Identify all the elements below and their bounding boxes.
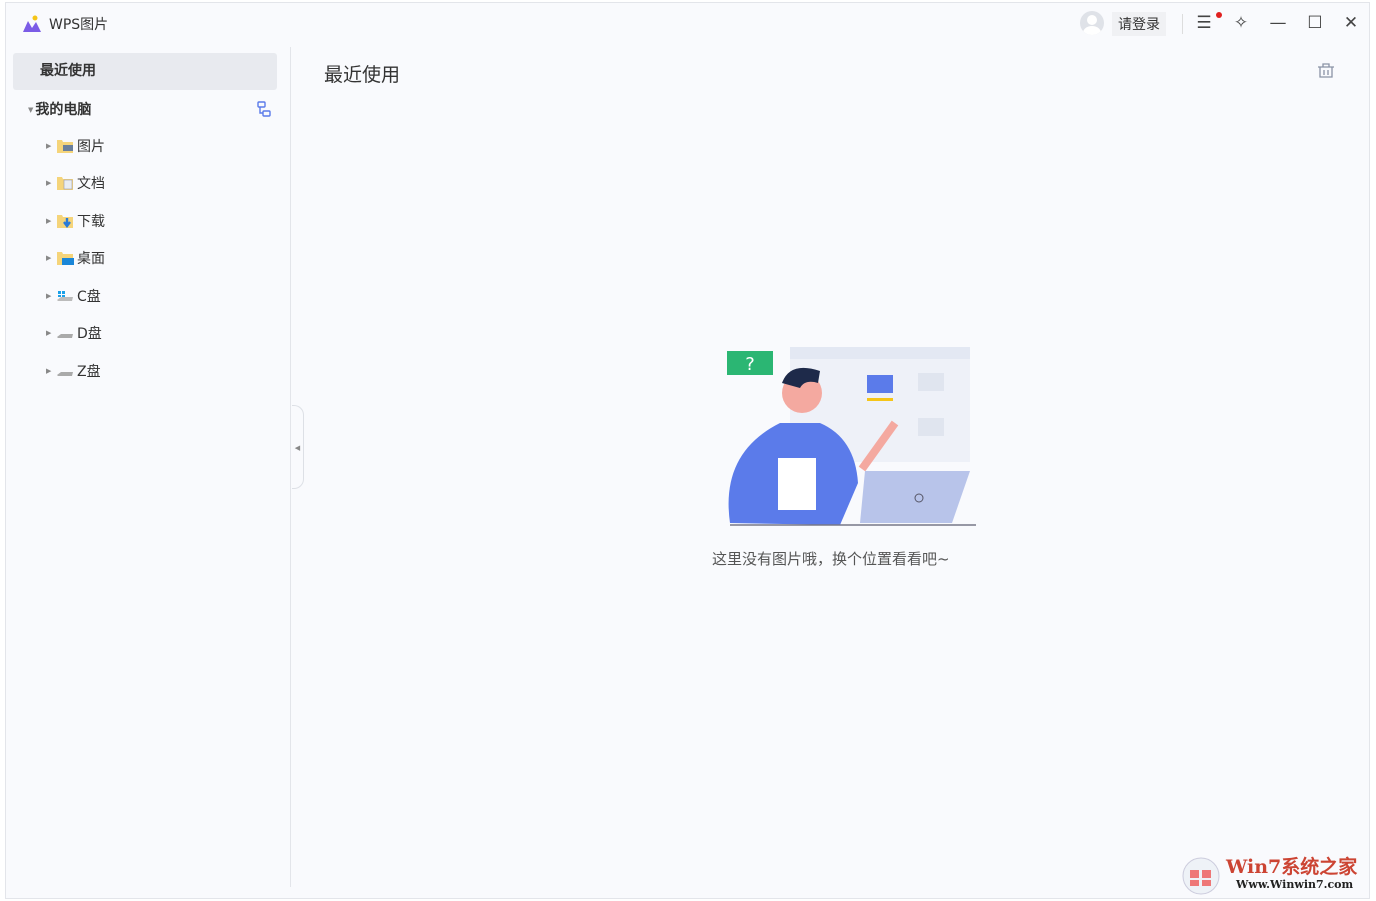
expand-arrow-icon[interactable]: ▶ — [46, 329, 56, 337]
empty-state-illustration: ? — [720, 343, 980, 533]
drive-icon — [56, 363, 74, 379]
minimize-button[interactable]: — — [1267, 12, 1289, 34]
expand-arrow-icon[interactable]: ▼ — [28, 106, 33, 114]
watermark-logo: Win7系统之家 Www.Winwin7.com — [1180, 852, 1376, 898]
sidebar-item-documents[interactable]: ▶ 文档 — [46, 172, 105, 194]
item-label: C盘 — [77, 286, 101, 306]
app-logo-icon — [22, 15, 42, 33]
pin-icon[interactable]: ✧ — [1230, 12, 1252, 34]
close-button[interactable]: ✕ — [1340, 12, 1362, 34]
sidebar-item-my-computer[interactable]: ▼我的电脑 — [28, 99, 91, 119]
item-label: 桌面 — [77, 248, 105, 268]
login-button[interactable]: 请登录 — [1112, 12, 1166, 36]
sidebar-item-pictures[interactable]: ▶ 图片 — [46, 135, 105, 157]
question-bubble-text: ? — [745, 354, 755, 375]
expand-arrow-icon[interactable]: ▶ — [46, 367, 56, 375]
item-label: 图片 — [77, 136, 105, 156]
maximize-button[interactable]: ☐ — [1304, 12, 1326, 34]
drive-icon — [56, 325, 74, 341]
desktop-folder-icon — [56, 250, 74, 266]
expand-arrow-icon[interactable]: ▶ — [46, 254, 56, 262]
page-title: 最近使用 — [324, 60, 400, 87]
expand-arrow-icon[interactable]: ▶ — [46, 142, 56, 150]
avatar[interactable] — [1080, 11, 1104, 35]
watermark-line1: Win7系统之家 — [1226, 852, 1357, 879]
pictures-folder-icon — [56, 138, 74, 154]
network-location-icon[interactable] — [257, 101, 271, 117]
item-label: D盘 — [77, 323, 102, 343]
expand-arrow-icon[interactable]: ▶ — [46, 179, 56, 187]
divider — [1182, 14, 1183, 34]
sidebar-item-recent[interactable]: 最近使用 — [13, 53, 277, 90]
my-computer-label: 我的电脑 — [35, 102, 91, 118]
sidebar-item-desktop[interactable]: ▶ 桌面 — [46, 247, 105, 269]
watermark-globe-icon — [1180, 856, 1222, 896]
system-drive-icon — [56, 288, 74, 304]
empty-state-message: 这里没有图片哦，换个位置看看吧~ — [712, 548, 950, 569]
sidebar-item-z-drive[interactable]: ▶ Z盘 — [46, 360, 101, 382]
expand-arrow-icon[interactable]: ▶ — [46, 217, 56, 225]
sidebar-item-downloads[interactable]: ▶ 下载 — [46, 210, 105, 232]
sidebar-item-c-drive[interactable]: ▶ C盘 — [46, 285, 101, 307]
item-label: 下载 — [77, 211, 105, 231]
collapse-sidebar-handle[interactable]: ◀ — [292, 405, 304, 489]
item-label: 文档 — [77, 173, 105, 193]
notification-dot — [1216, 12, 1222, 18]
expand-arrow-icon[interactable]: ▶ — [46, 292, 56, 300]
item-label: Z盘 — [77, 361, 101, 381]
app-window: WPS图片 请登录 ☰ ✧ — ☐ ✕ 最近使用 ▼我的电脑 ▶ 图片 ▶ 文档 ▶… — [5, 2, 1370, 899]
title-bar: WPS图片 请登录 ☰ ✧ — ☐ ✕ — [6, 3, 1369, 45]
watermark-line2: Www.Winwin7.com — [1236, 878, 1353, 891]
app-title: WPS图片 — [49, 14, 108, 34]
clear-history-icon[interactable] — [1317, 61, 1335, 79]
documents-folder-icon — [56, 175, 74, 191]
downloads-folder-icon — [56, 213, 74, 229]
sidebar: 最近使用 ▼我的电脑 ▶ 图片 ▶ 文档 ▶ 下载 ▶ 桌面 ▶ C盘 ▶ D盘 ▶ Z盘 — [6, 47, 291, 887]
sidebar-item-d-drive[interactable]: ▶ D盘 — [46, 322, 102, 344]
menu-icon[interactable]: ☰ — [1193, 12, 1215, 34]
